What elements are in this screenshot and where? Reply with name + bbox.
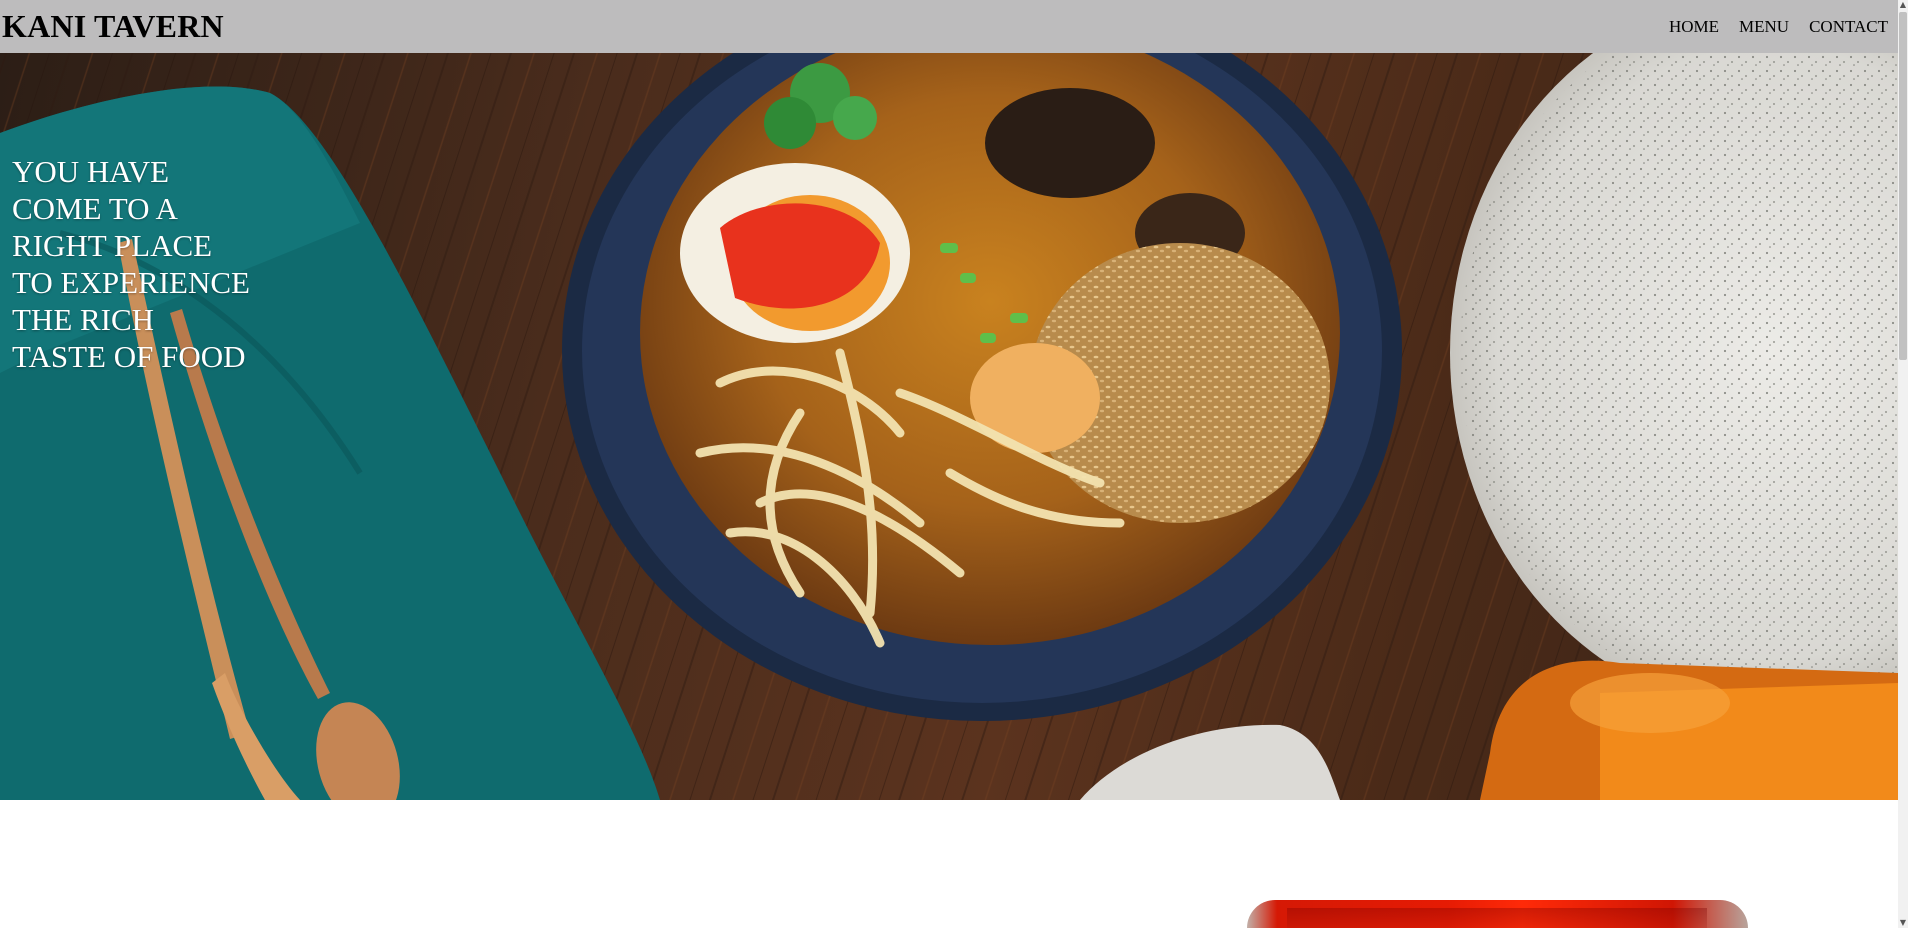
- hero-food-image: [0, 53, 1898, 800]
- nav-home-link[interactable]: HOME: [1669, 17, 1719, 37]
- hero-banner: YOU HAVE COME TO A RIGHT PLACE TO EXPERI…: [0, 53, 1898, 800]
- scroll-up-arrow-icon[interactable]: ▲: [1899, 0, 1907, 10]
- brand-logo[interactable]: KANI TAVERN: [0, 8, 224, 45]
- main-nav: HOME MENU CONTACT: [1669, 17, 1898, 37]
- headline-line: RIGHT PLACE: [12, 228, 213, 263]
- restaurant-photo: [1247, 900, 1748, 928]
- page-scrollbar[interactable]: ▲ ▼: [1898, 0, 1908, 928]
- nav-contact-link[interactable]: CONTACT: [1809, 17, 1888, 37]
- photo-detail: [1287, 908, 1707, 928]
- nav-menu-link[interactable]: MENU: [1739, 17, 1789, 37]
- headline-line: TASTE OF FOOD: [12, 339, 246, 374]
- headline-line: YOU HAVE: [12, 154, 170, 189]
- headline-line: THE RICH: [12, 302, 155, 337]
- headline-line: COME TO A: [12, 191, 178, 226]
- scrollbar-thumb[interactable]: [1899, 12, 1907, 360]
- scroll-down-arrow-icon[interactable]: ▼: [1899, 918, 1907, 928]
- headline-line: TO EXPERIENCE: [12, 265, 250, 300]
- hero-headline: YOU HAVE COME TO A RIGHT PLACE TO EXPERI…: [12, 153, 250, 375]
- site-header: KANI TAVERN HOME MENU CONTACT: [0, 0, 1898, 53]
